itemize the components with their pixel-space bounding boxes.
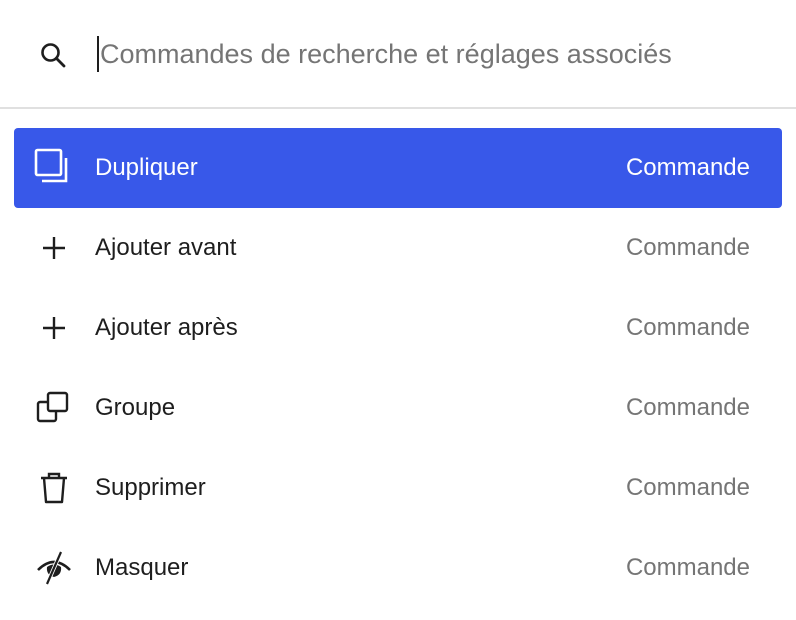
search-icon: [38, 40, 68, 70]
command-item-ajouter-avant[interactable]: Ajouter avant Commande: [14, 208, 782, 288]
command-type: Commande: [625, 554, 750, 581]
duplicate-icon: [34, 148, 74, 188]
command-item-ajouter-apres[interactable]: Ajouter après Commande: [14, 288, 782, 368]
command-type: Commande: [625, 154, 750, 181]
command-item-supprimer[interactable]: Supprimer Commande: [14, 448, 782, 528]
plus-icon: [34, 308, 74, 348]
command-item-dupliquer[interactable]: Dupliquer Commande: [14, 128, 782, 208]
command-label: Masquer: [95, 554, 189, 581]
command-results-list: Dupliquer Commande Ajouter avant Command…: [14, 128, 782, 608]
command-item-masquer[interactable]: Masquer Commande: [14, 528, 782, 608]
command-type: Commande: [625, 394, 750, 421]
command-label: Ajouter après: [95, 314, 238, 341]
command-type: Commande: [625, 474, 750, 501]
command-type: Commande: [625, 234, 750, 261]
command-type: Commande: [625, 314, 750, 341]
command-label: Groupe: [95, 394, 176, 421]
command-item-groupe[interactable]: Groupe Commande: [14, 368, 782, 448]
command-label: Supprimer: [95, 474, 206, 501]
group-icon: [34, 388, 74, 428]
command-label: Dupliquer: [95, 154, 198, 181]
search-input[interactable]: [96, 32, 770, 76]
command-label: Ajouter avant: [95, 234, 237, 261]
command-palette: Dupliquer Commande Ajouter avant Command…: [0, 0, 796, 620]
search-bar: [0, 0, 796, 109]
plus-icon: [34, 228, 74, 268]
text-caret: [97, 36, 99, 72]
hidden-eye-icon: [34, 548, 74, 588]
trash-icon: [34, 468, 74, 508]
